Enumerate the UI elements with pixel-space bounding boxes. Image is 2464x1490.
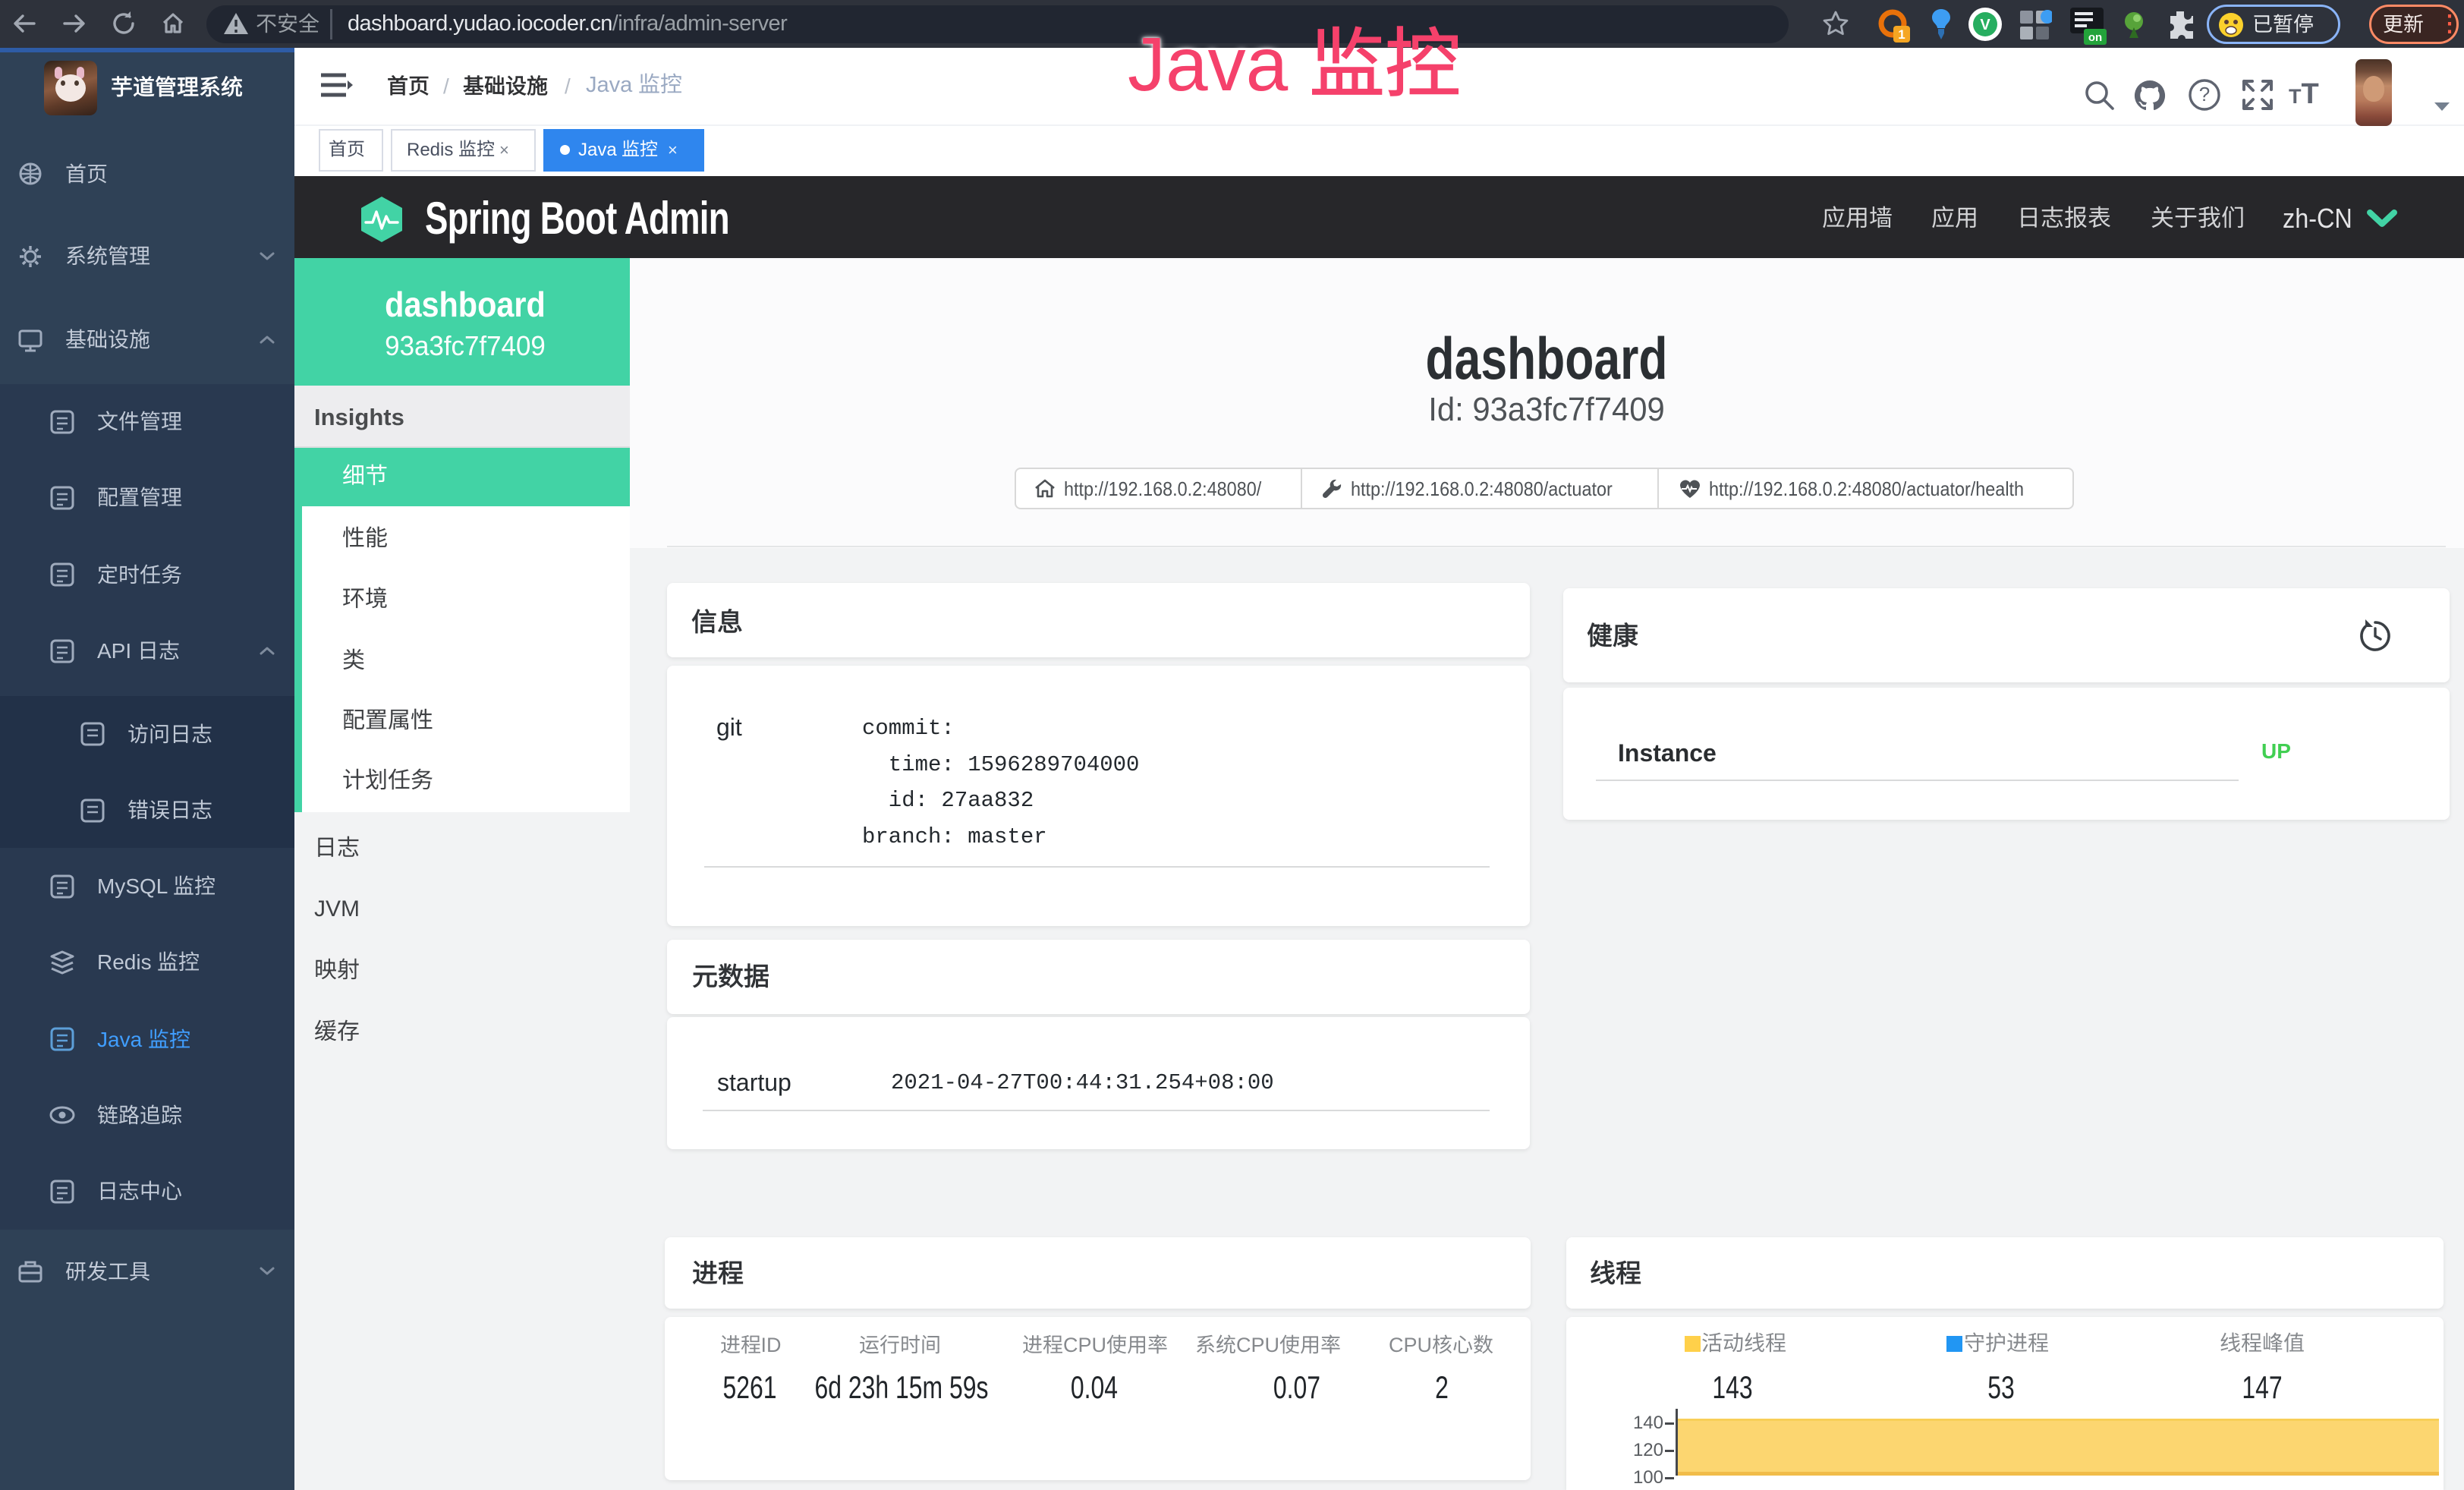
svg-text:on: on	[2088, 31, 2102, 44]
svg-text:1: 1	[1898, 27, 1905, 42]
svg-text:?: ?	[2199, 83, 2210, 106]
svg-text:V: V	[1980, 17, 1990, 33]
